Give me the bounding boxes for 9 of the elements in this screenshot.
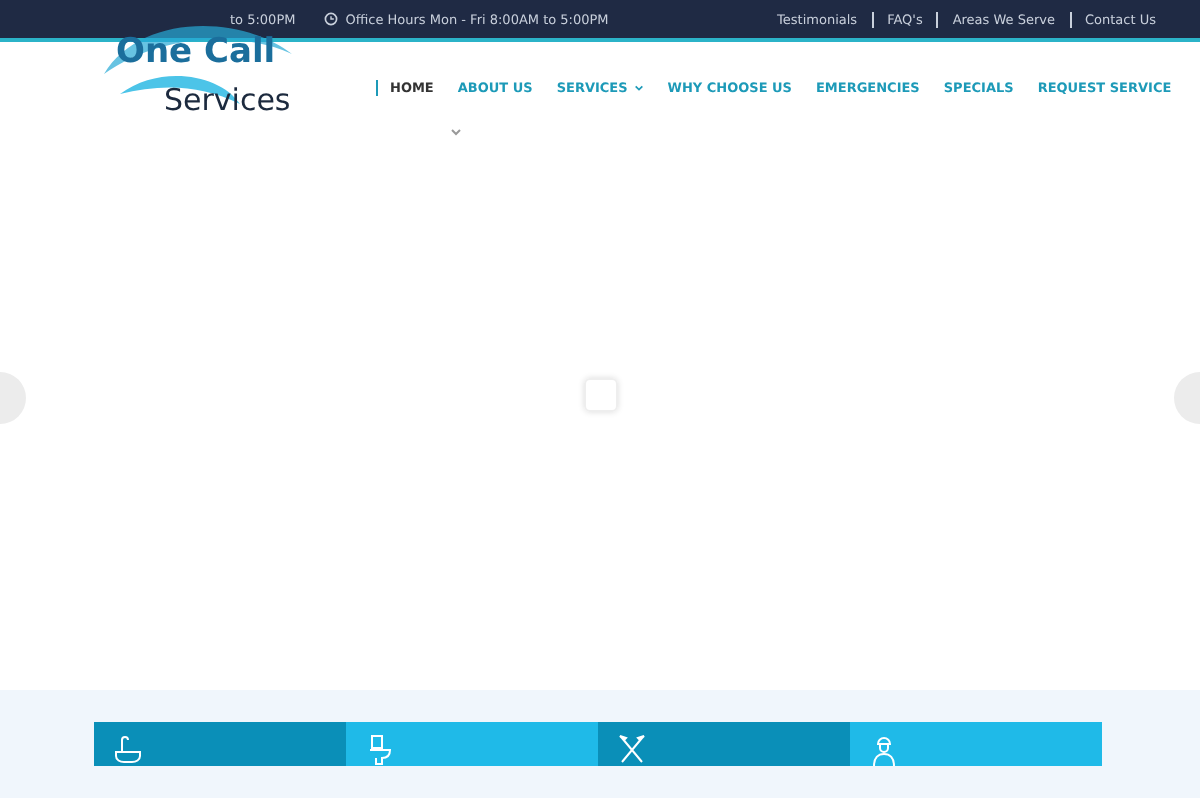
service-tile[interactable] — [346, 722, 598, 766]
service-tile[interactable] — [598, 722, 850, 766]
toilet-icon — [366, 734, 394, 766]
worker-icon — [870, 734, 898, 766]
tools-icon — [618, 734, 646, 766]
service-tile[interactable] — [94, 722, 346, 766]
caret-icon — [450, 128, 462, 136]
clock-icon — [323, 12, 338, 26]
service-tile[interactable] — [850, 722, 1102, 766]
